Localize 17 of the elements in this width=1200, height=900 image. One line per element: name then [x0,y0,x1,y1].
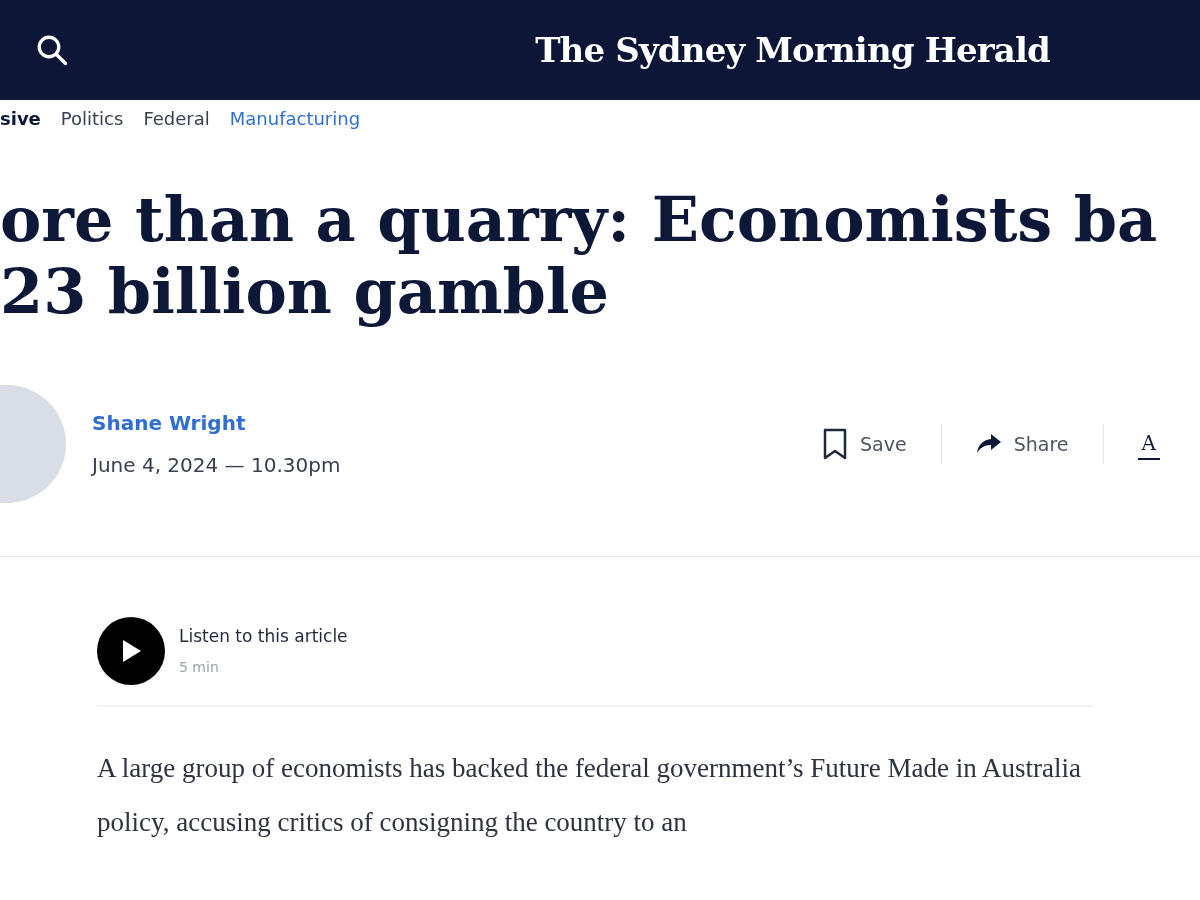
save-button[interactable]: Save [822,428,907,460]
site-logo[interactable]: The Sydney Morning Herald [535,24,1050,76]
breadcrumb-link[interactable]: Manufacturing [229,104,361,132]
article-paragraph: A large group of economists has backed the federal government’s Future Made in Australia policy, accusing critics of consigning the country to an [97,752,1082,839]
play-icon [120,639,142,663]
bookmark-icon [822,428,849,460]
publish-date: June 4, 2024 — 10.30pm [92,452,341,479]
article-headline: ore than a quarry: Economists ba 23 billion gamble [0,184,1159,328]
author-link[interactable]: Shane Wright [92,408,341,438]
breadcrumb-link[interactable]: sive [0,104,41,132]
breadcrumb-link[interactable]: Federal [143,104,210,132]
share-arrow-icon [975,433,1002,455]
share-button[interactable]: Share [975,429,1069,459]
text-size-button[interactable]: A [1137,428,1160,460]
audio-label: Listen to this article [179,624,348,648]
breadcrumb-link[interactable]: Politics [60,104,124,132]
audio-duration: 5 min [179,658,220,678]
